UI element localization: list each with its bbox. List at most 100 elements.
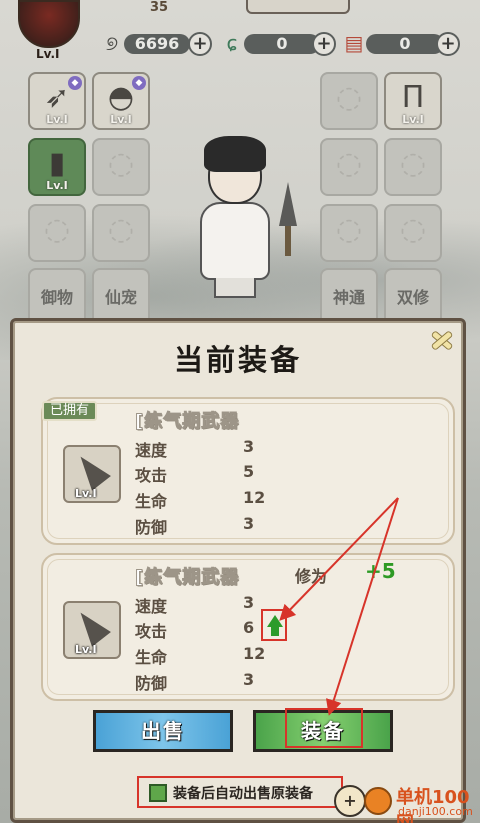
stat-row: 攻击 5 — [135, 462, 295, 488]
item-name: [练气期武器 — [134, 411, 240, 433]
spirit-swirl-icon: ୭ — [105, 31, 119, 55]
spear-icon[interactable]: Lv.I — [63, 601, 121, 659]
auto-sell-checkbox[interactable] — [149, 784, 167, 802]
cultivation-bonus: +5 — [365, 559, 396, 583]
orange-logo-icon — [364, 787, 392, 815]
item-level: Lv.I — [75, 643, 97, 656]
trousers-slot[interactable]: Π Lv.I — [384, 72, 442, 130]
character-hair — [204, 136, 266, 172]
stat-value: 3 — [243, 437, 255, 456]
stat-name: 生命 — [135, 492, 168, 511]
trousers-icon: Π — [401, 80, 425, 115]
stat-row: 速度 3 — [135, 437, 295, 463]
empty-slot[interactable]: ◌ — [28, 204, 86, 262]
empty-slot-icon: ◌ — [43, 212, 71, 247]
empty-slot[interactable]: ◌ — [320, 204, 378, 262]
slot-level: Lv.I — [46, 113, 68, 126]
stat-increase-arrow-icon — [261, 609, 287, 641]
currency-ticket: ▤ 0 + — [342, 30, 466, 56]
owned-badge: 已拥有 — [42, 401, 98, 421]
equip-highlight-box — [285, 708, 363, 748]
stat-row: 生命 12 — [135, 644, 295, 670]
tab-label: 仙宠 — [104, 288, 137, 307]
stat-value: 6 — [243, 618, 255, 637]
empty-slot-icon: ◌ — [335, 80, 363, 115]
stat-value: 3 — [243, 514, 255, 533]
upgrade-badge-icon: ◆ — [132, 76, 146, 90]
tab-label: 双修 — [396, 288, 429, 307]
stat-name: 攻击 — [135, 466, 168, 485]
slot-level: Lv.I — [402, 113, 424, 126]
add-jade-button[interactable]: + — [312, 32, 336, 56]
stat-value: 5 — [243, 462, 255, 481]
currency-ticket-value: 0 — [366, 34, 444, 54]
dialog-title: 当前装备 — [173, 343, 302, 377]
empty-slot-icon: ◌ — [107, 212, 135, 247]
empty-slot-icon: ◌ — [335, 146, 363, 181]
watermark-url: danji100.com — [398, 805, 473, 818]
currency-jade-value: 0 — [244, 34, 320, 54]
item-name: [练气期武器 — [134, 567, 240, 589]
close-icon[interactable] — [427, 325, 457, 355]
cultivation-level: 35 — [150, 0, 169, 15]
hair-slot[interactable]: ◓ ◆ Lv.I — [92, 72, 150, 130]
currency-spirit-value: 6696 — [124, 34, 190, 54]
top-bar: Lv.I 35 ୭ 6696 + ɕ 0 + ▤ 0 + — [0, 0, 480, 62]
empty-slot[interactable]: ◌ — [320, 72, 378, 130]
add-ticket-button[interactable]: + — [436, 32, 460, 56]
auto-sell-label: 装备后自动出售原装备 — [173, 786, 313, 802]
scroll-ticket-icon: ▤ — [344, 31, 364, 55]
bracer-icon: ▮ — [48, 146, 66, 181]
auto-sell-option[interactable]: 装备后自动出售原装备 — [137, 776, 343, 808]
empty-slot-icon: ◌ — [335, 212, 363, 247]
upgrade-badge-icon: ◆ — [68, 76, 82, 90]
stat-value: 3 — [243, 593, 255, 612]
plus-logo-icon: + — [334, 785, 366, 817]
new-item-card: [练气期武器 修为 +5 Lv.I 速度 3 攻击 6 生命 12 防御 3 — [41, 553, 455, 701]
floating-spear-icon — [278, 182, 298, 256]
stat-name: 防御 — [135, 518, 168, 537]
currency-spirit: ୭ 6696 + — [100, 30, 216, 56]
player-character[interactable] — [188, 136, 288, 306]
stat-value: 12 — [243, 488, 266, 507]
slot-level: Lv.I — [110, 113, 132, 126]
spear-icon[interactable]: Lv.I — [63, 445, 121, 503]
top-menu-button[interactable] — [246, 0, 350, 14]
character-robe — [200, 202, 270, 280]
empty-slot[interactable]: ◌ — [384, 138, 442, 196]
empty-slot[interactable]: ◌ — [92, 204, 150, 262]
cultivation-label: 修为 — [295, 567, 328, 586]
player-level: Lv.I — [36, 47, 60, 61]
empty-slot[interactable]: ◌ — [92, 138, 150, 196]
weapon-slot[interactable]: ➶ ◆ Lv.I — [28, 72, 86, 130]
player-avatar[interactable] — [18, 0, 80, 48]
stat-row: 防御 3 — [135, 514, 295, 540]
empty-slot[interactable]: ◌ — [384, 204, 442, 262]
stat-name: 防御 — [135, 674, 168, 693]
stat-name: 生命 — [135, 648, 168, 667]
stat-name: 速度 — [135, 441, 168, 460]
current-item-card: 已拥有 [练气期武器 Lv.I 速度 3 攻击 5 生命 12 防御 3 — [41, 397, 455, 545]
currency-jade: ɕ 0 + — [220, 30, 340, 56]
empty-slot[interactable]: ◌ — [320, 138, 378, 196]
stat-row: 防御 3 — [135, 670, 295, 696]
empty-slot-icon: ◌ — [107, 146, 135, 181]
jade-dragon-icon: ɕ — [226, 31, 238, 55]
add-spirit-button[interactable]: + — [188, 32, 212, 56]
sell-button[interactable]: 出售 — [93, 710, 233, 752]
stat-value: 12 — [243, 644, 266, 663]
item-level: Lv.I — [75, 487, 97, 500]
stat-row: 生命 12 — [135, 488, 295, 514]
stat-name: 攻击 — [135, 622, 168, 641]
character-legs — [214, 278, 256, 298]
current-equipment-dialog: 当前装备 已拥有 [练气期武器 Lv.I 速度 3 攻击 5 生命 12 防御 … — [10, 318, 466, 823]
stat-value: 3 — [243, 670, 255, 689]
empty-slot-icon: ◌ — [399, 146, 427, 181]
bracer-slot[interactable]: ▮ Lv.I — [28, 138, 86, 196]
stat-name: 速度 — [135, 597, 168, 616]
empty-slot-icon: ◌ — [399, 212, 427, 247]
site-watermark: + 单机100网 danji100.com — [334, 775, 480, 823]
tab-label: 神通 — [332, 288, 365, 307]
tab-label: 御物 — [40, 288, 73, 307]
slot-level: Lv.I — [46, 179, 68, 192]
